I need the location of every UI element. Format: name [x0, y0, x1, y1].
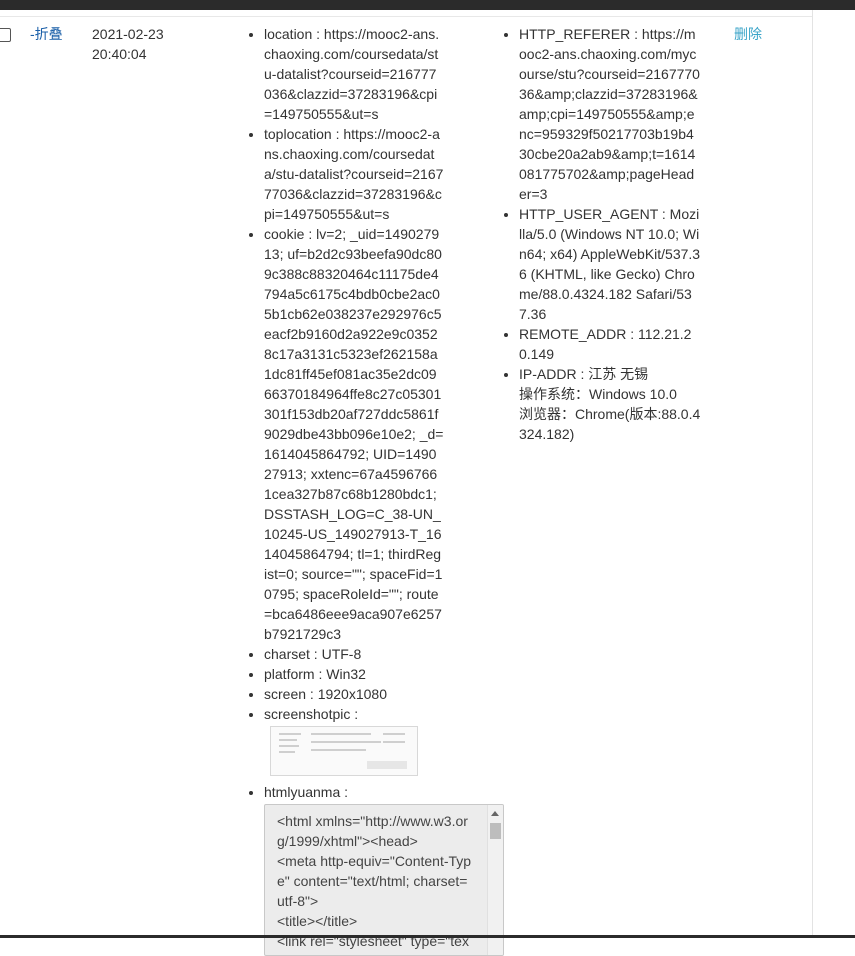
textarea-scrollbar[interactable]: [487, 805, 503, 955]
log-date: 2021-02-23: [92, 26, 164, 42]
top-bar: [0, 0, 855, 10]
row-select-checkbox[interactable]: [0, 28, 11, 42]
detail-screenshot: screenshotpic :: [264, 704, 444, 776]
detail-html-source: htmlyuanma : <html xmlns="http://www.w3.…: [264, 782, 504, 956]
detail-location: location : https://mooc2-ans.chaoxing.co…: [264, 24, 444, 124]
detail-charset: charset : UTF-8: [264, 644, 444, 664]
operating-system: 操作系统：Windows 10.0: [519, 386, 677, 402]
collapse-toggle-link[interactable]: -折叠: [30, 24, 63, 44]
html-source-label: htmlyuanma :: [264, 784, 349, 800]
detail-ip-addr: IP-ADDR : 江苏 无锡 操作系统：Windows 10.0 浏览器：Ch…: [519, 364, 701, 444]
html-source-textarea[interactable]: <html xmlns="http://www.w3.org/1999/xhtm…: [264, 804, 504, 956]
screenshot-thumbnail[interactable]: [270, 726, 418, 776]
ip-location: IP-ADDR : 江苏 无锡: [519, 366, 649, 382]
detail-toplocation: toplocation : https://mooc2-ans.chaoxing…: [264, 124, 444, 224]
detail-platform: platform : Win32: [264, 664, 444, 684]
scroll-up-arrow-icon[interactable]: [491, 811, 499, 816]
request-details-list: location : https://mooc2-ans.chaoxing.co…: [246, 24, 504, 956]
detail-screen: screen : 1920x1080: [264, 684, 444, 704]
detail-http-referer: HTTP_REFERER : https://mooc2-ans.chaoxin…: [519, 24, 701, 204]
browser-info: 浏览器：Chrome(版本:88.0.4324.182): [519, 406, 701, 442]
log-time: 20:40:04: [92, 46, 147, 62]
server-details-list: HTTP_REFERER : https://mooc2-ans.chaoxin…: [501, 24, 701, 444]
detail-user-agent: HTTP_USER_AGENT : Mozilla/5.0 (Windows N…: [519, 204, 701, 324]
detail-cookie: cookie : lv=2; _uid=149027913; uf=b2d2c9…: [264, 224, 444, 644]
row-divider: [0, 16, 812, 17]
detail-remote-addr: REMOTE_ADDR : 112.21.20.149: [519, 324, 701, 364]
table-right-border: [812, 10, 813, 935]
screenshot-label: screenshotpic :: [264, 706, 359, 722]
log-timestamp: 2021-02-23 20:40:04: [92, 24, 192, 64]
scroll-thumb[interactable]: [490, 823, 501, 839]
delete-button[interactable]: 删除: [734, 24, 762, 44]
